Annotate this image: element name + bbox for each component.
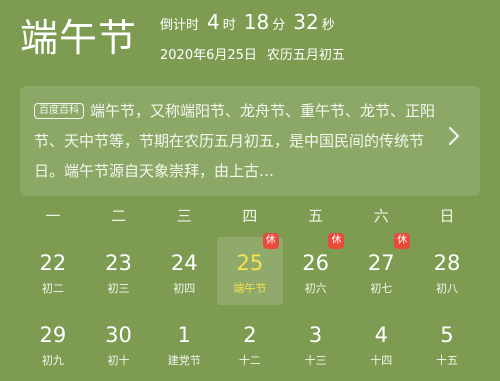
festival-title: 端午节 bbox=[20, 16, 138, 60]
countdown-seconds-unit: 秒 bbox=[321, 18, 335, 33]
countdown-minutes-unit: 分 bbox=[272, 18, 286, 33]
lunar-label: 初二 bbox=[41, 282, 64, 295]
day-number: 28 bbox=[433, 251, 461, 275]
countdown-seconds: 32 bbox=[293, 10, 319, 34]
countdown-minutes: 18 bbox=[243, 10, 270, 34]
calendar-day[interactable]: 1 建党节 bbox=[151, 309, 217, 377]
calendar-day[interactable]: 休 27 初七 bbox=[348, 233, 414, 305]
rest-day-badge: 休 bbox=[394, 233, 411, 249]
date-line: 2020年6月25日 农历五月初五 bbox=[160, 44, 345, 63]
day-number: 29 bbox=[39, 323, 67, 347]
calendar-day[interactable]: 5 十五 bbox=[414, 309, 480, 377]
lunar-label: 十二 bbox=[238, 354, 261, 367]
calendar-week-row: 29 初九 30 初十 1 建党节 2 十二 3 十三 4 十四 5 十五 bbox=[20, 309, 480, 381]
chevron-right-icon[interactable] bbox=[448, 126, 460, 152]
day-number: 23 bbox=[105, 251, 132, 275]
calendar-day-selected[interactable]: 休 25 端午节 bbox=[217, 233, 283, 305]
encyclopedia-summary: 端午节，又称端阳节、龙舟节、重午节、龙节、正阳节、天中节等，节期在农历五月初五，… bbox=[34, 102, 436, 180]
rest-day-badge: 休 bbox=[262, 233, 279, 249]
lunar-label: 初四 bbox=[173, 282, 196, 295]
weekday-wed: 三 bbox=[176, 207, 192, 225]
day-number: 2 bbox=[243, 323, 257, 347]
calendar-day[interactable]: 28 初八 bbox=[414, 237, 480, 305]
calendar-day[interactable]: 29 初九 bbox=[20, 309, 86, 377]
calendar-week-row: 22 初二 23 初三 24 初四 休 25 端午节 休 26 初六 休 27 初七 28 初八 bbox=[20, 233, 480, 309]
countdown-label: 倒计时 bbox=[160, 18, 200, 33]
lunar-label: 初七 bbox=[370, 282, 393, 295]
rest-day-badge: 休 bbox=[328, 233, 345, 249]
weekday-thu: 四 bbox=[242, 207, 258, 225]
weekday-header: 一 二 三 四 五 六 日 bbox=[20, 205, 480, 233]
calendar-day[interactable]: 3 十三 bbox=[283, 309, 349, 377]
weekday-mon: 一 bbox=[45, 207, 61, 225]
baike-badge: 百度百科 bbox=[34, 103, 84, 119]
day-number: 22 bbox=[39, 251, 67, 275]
day-number: 3 bbox=[308, 323, 323, 347]
calendar-day[interactable]: 24 初四 bbox=[151, 237, 217, 305]
calendar-day[interactable]: 30 初十 bbox=[86, 309, 152, 377]
lunar-label: 端午节 bbox=[233, 282, 267, 295]
calendar-day[interactable]: 23 初三 bbox=[86, 237, 152, 305]
lunar-label: 建党节 bbox=[167, 354, 201, 367]
solar-date: 2020年6月25日 bbox=[160, 48, 257, 63]
weekday-sun: 日 bbox=[439, 207, 455, 225]
lunar-label: 十四 bbox=[370, 354, 393, 367]
countdown-hours-unit: 时 bbox=[222, 18, 236, 33]
calendar-day[interactable]: 22 初二 bbox=[20, 237, 86, 305]
encyclopedia-card[interactable]: 百度百科 端午节，又称端阳节、龙舟节、重午节、龙节、正阳节、天中节等，节期在农历五… bbox=[20, 86, 480, 196]
calendar-day[interactable]: 2 十二 bbox=[217, 309, 283, 377]
weekday-fri: 五 bbox=[308, 207, 324, 225]
countdown: 倒计时 4 时 18 分 32 秒 bbox=[160, 10, 343, 38]
lunar-date: 农历五月初五 bbox=[266, 48, 345, 63]
lunar-label: 初九 bbox=[41, 354, 64, 367]
day-number: 1 bbox=[177, 323, 191, 347]
encyclopedia-text-block: 百度百科 端午节，又称端阳节、龙舟节、重午节、龙节、正阳节、天中节等，节期在农历五… bbox=[34, 96, 439, 186]
day-number: 30 bbox=[105, 323, 132, 347]
festival-header: 端午节 倒计时 4 时 18 分 32 秒 2020年6月25日 农历五月初五 bbox=[0, 0, 500, 80]
lunar-label: 十五 bbox=[435, 354, 458, 367]
lunar-label: 初六 bbox=[304, 282, 327, 295]
lunar-label: 十三 bbox=[304, 354, 327, 367]
day-number: 24 bbox=[170, 251, 198, 275]
calendar-day[interactable]: 4 十四 bbox=[348, 309, 414, 377]
lunar-label: 初十 bbox=[107, 354, 130, 367]
day-number: 4 bbox=[374, 323, 388, 347]
weekday-tue: 二 bbox=[111, 207, 127, 225]
day-number: 5 bbox=[440, 323, 454, 347]
calendar-day[interactable]: 休 26 初六 bbox=[283, 233, 349, 305]
weekday-sat: 六 bbox=[373, 207, 389, 225]
countdown-hours: 4 bbox=[207, 10, 220, 34]
calendar-grid: 22 初二 23 初三 24 初四 休 25 端午节 休 26 初六 休 27 初七 28 初八 2… bbox=[20, 233, 480, 381]
lunar-label: 初三 bbox=[107, 282, 130, 295]
lunar-label: 初八 bbox=[435, 282, 458, 295]
